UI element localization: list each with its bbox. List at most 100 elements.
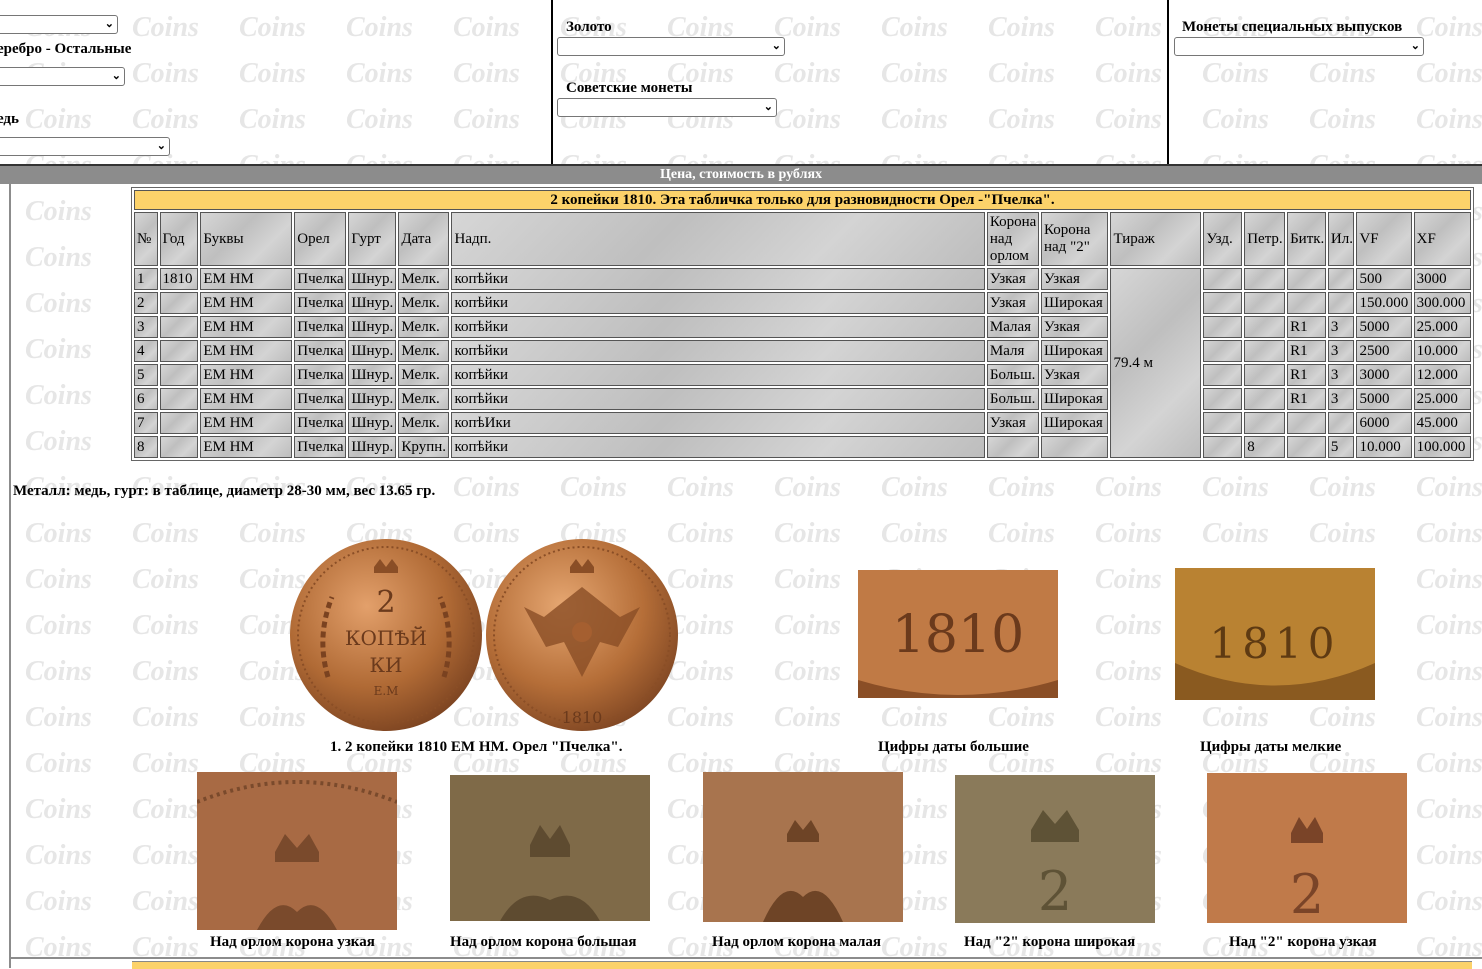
- date-small-closeup[interactable]: 1810: [1175, 568, 1375, 700]
- table-cell: Шнур.: [348, 364, 397, 386]
- table-cell: 3: [1327, 388, 1355, 410]
- crown-narrow-caption: Над орлом корона узкая: [210, 934, 375, 950]
- column-header: Петр.: [1244, 212, 1286, 266]
- table-cell: [1327, 268, 1355, 290]
- table-cell: Пчелка: [294, 364, 347, 386]
- silver-top-select[interactable]: ⌄: [0, 15, 118, 34]
- table-cell: 3: [134, 316, 158, 338]
- table-cell: 1810: [159, 268, 199, 290]
- table-cell: Мелк.: [398, 292, 450, 314]
- soviet-label: Советские монеты: [566, 80, 693, 96]
- table-cell: 12.000: [1413, 364, 1471, 386]
- table-cell: Шнур.: [348, 436, 397, 458]
- gold-select[interactable]: ⌄: [557, 37, 785, 56]
- column-header: Гурт: [348, 212, 397, 266]
- coin-value-text: 2: [376, 585, 395, 620]
- table-cell: Мелк.: [398, 364, 450, 386]
- table-cell: R1: [1287, 388, 1326, 410]
- table-cell: ЕМ НМ: [200, 268, 293, 290]
- table-cell: [1287, 436, 1326, 458]
- table-cell: Мелк.: [398, 268, 450, 290]
- table-cell: Широкая: [1041, 412, 1109, 434]
- crown-closeup-illustration: [703, 772, 903, 922]
- table-cell: [159, 436, 199, 458]
- table-cell: 2: [134, 292, 158, 314]
- date-large-caption: Цифры даты большие: [878, 739, 1029, 755]
- crown2-wide-closeup[interactable]: 2: [955, 775, 1155, 923]
- coin-reverse-illustration: 2 КОПѢЙ КИ Е.М: [290, 539, 482, 731]
- table-cell: 5000: [1356, 388, 1412, 410]
- table-cell: 3: [1327, 316, 1355, 338]
- table-cell: копѣйки: [451, 364, 985, 386]
- coin-obverse-image[interactable]: 1810: [484, 537, 680, 733]
- table-cell-tirazh: 79.4 м: [1110, 268, 1202, 458]
- date-closeup-illustration: 1810: [1175, 568, 1375, 700]
- column-header: Узд.: [1203, 212, 1243, 266]
- column-header: Битк.: [1287, 212, 1326, 266]
- crown-closeup-illustration: 2: [1207, 773, 1407, 923]
- coin-value-text: 2: [1038, 860, 1072, 923]
- copper-select[interactable]: ⌄: [0, 137, 170, 156]
- table-cell: [1287, 292, 1326, 314]
- table-cell: [1203, 316, 1243, 338]
- table-cell: копѣИки: [451, 412, 985, 434]
- table-cell: [1203, 412, 1243, 434]
- table-cell: 10.000: [1413, 340, 1471, 362]
- table-row: 6 ЕМ НМ Пчелка Шнур. Мелк. копѣйки Больш. Широк…: [134, 388, 1471, 410]
- price-table-container: 2 копейки 1810. Эта табличка только для …: [131, 187, 1474, 461]
- table-cell: ЕМ НМ: [200, 316, 293, 338]
- metal-note: Металл: медь, гурт: в таблице, диаметр 2…: [13, 483, 436, 499]
- crown-closeup-illustration: [450, 775, 650, 921]
- table-cell: 7: [134, 412, 158, 434]
- column-header: VF: [1356, 212, 1412, 266]
- special-select[interactable]: ⌄: [1174, 37, 1424, 56]
- crown-small-closeup[interactable]: [703, 772, 903, 922]
- table-cell: 8: [1244, 436, 1286, 458]
- table-cell: Узкая: [1041, 364, 1109, 386]
- table-cell: [159, 364, 199, 386]
- table-cell: 300.000: [1413, 292, 1471, 314]
- table-cell: копѣйки: [451, 388, 985, 410]
- table-cell: [1244, 340, 1286, 362]
- table-cell: 10.000: [1356, 436, 1412, 458]
- copper-label: Медь: [0, 111, 19, 127]
- table-cell: ЕМ НМ: [200, 412, 293, 434]
- table-cell: [1041, 436, 1109, 458]
- column-header: Тираж: [1110, 212, 1202, 266]
- crown2-narrow-closeup[interactable]: 2: [1207, 773, 1407, 923]
- table-cell: 2500: [1356, 340, 1412, 362]
- column-header: XF: [1413, 212, 1471, 266]
- table-cell: 3: [1327, 340, 1355, 362]
- coin-word-text: КИ: [370, 653, 403, 677]
- chevron-down-icon: ⌄: [104, 18, 114, 30]
- date-large-closeup[interactable]: 1810: [858, 570, 1058, 698]
- table-cell: [1244, 388, 1286, 410]
- catalog-selector-panel: ⌄ Серебро - Остальные ⌄ Медь ⌄ Золото ⌄ …: [0, 0, 1482, 165]
- table-cell: Узкая: [986, 292, 1039, 314]
- table-cell: R1: [1287, 340, 1326, 362]
- column-header: Корона над "2": [1041, 212, 1109, 266]
- crown-narrow-closeup[interactable]: [197, 772, 397, 930]
- silver-other-label: Серебро - Остальные: [0, 41, 132, 57]
- table-cell: 6000: [1356, 412, 1412, 434]
- table-cell: [1244, 316, 1286, 338]
- special-label: Монеты специальных выпусков: [1182, 19, 1403, 35]
- table-cell: 3000: [1356, 364, 1412, 386]
- column-header: №: [134, 212, 158, 266]
- table-cell: [1203, 388, 1243, 410]
- table-cell: [1287, 412, 1326, 434]
- table-cell: 25.000: [1413, 388, 1471, 410]
- coin-year-text: 1810: [1210, 619, 1341, 668]
- table-cell: [1244, 292, 1286, 314]
- coin-year-text: 1810: [892, 605, 1024, 665]
- coin-reverse-image[interactable]: 2 КОПѢЙ КИ Е.М: [288, 537, 484, 733]
- table-cell: Шнур.: [348, 388, 397, 410]
- chevron-down-icon: ⌄: [763, 101, 773, 113]
- table-cell: Узкая: [1041, 316, 1109, 338]
- crown-big-closeup[interactable]: [450, 775, 650, 921]
- table-cell: Узкая: [1041, 268, 1109, 290]
- silver-other-select[interactable]: ⌄: [0, 67, 125, 86]
- gold-label: Золото: [566, 19, 612, 35]
- soviet-select[interactable]: ⌄: [557, 98, 777, 117]
- chevron-down-icon: ⌄: [156, 140, 166, 152]
